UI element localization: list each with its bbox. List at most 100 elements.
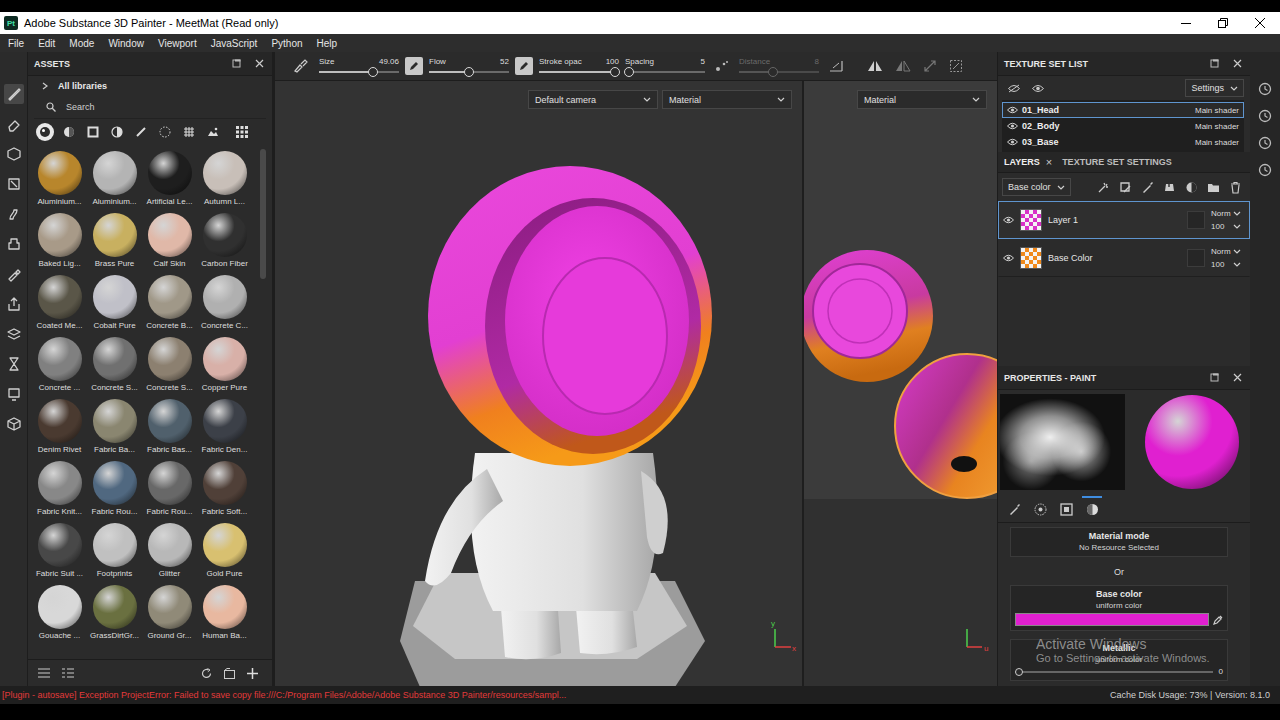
add-fill-icon[interactable] (1119, 181, 1132, 194)
close-panel-icon[interactable] (255, 59, 264, 68)
symmetry-icon[interactable] (867, 60, 883, 72)
lazy-mouse-icon[interactable] (715, 60, 729, 72)
search-field[interactable]: Search (34, 96, 266, 119)
transform-icon[interactable] (923, 59, 937, 73)
toolbar-slider[interactable]: Flow 52 (429, 57, 509, 75)
asset-filter[interactable] (84, 123, 102, 141)
projection-icon[interactable] (4, 144, 24, 164)
menu-item[interactable]: Python (271, 38, 302, 49)
slider-knob[interactable] (610, 67, 620, 77)
layer-row[interactable]: Layer 1 Norm 100 (998, 201, 1250, 239)
menu-item[interactable]: Mode (69, 38, 94, 49)
import-icon[interactable] (224, 668, 235, 679)
layer-opacity[interactable]: 100 (1211, 260, 1241, 269)
channel-dropdown[interactable]: Base color (1002, 178, 1071, 196)
asset-item[interactable]: Gold Pure (197, 523, 252, 585)
list-detail-icon[interactable] (62, 668, 74, 678)
asset-filter[interactable] (60, 123, 78, 141)
color-swatch[interactable] (1015, 613, 1209, 626)
asset-item[interactable]: Aluminium... (87, 151, 142, 213)
effects-icon[interactable] (1097, 181, 1110, 194)
asset-item[interactable]: Autumn L... (197, 151, 252, 213)
layer-opacity[interactable]: 100 (1211, 222, 1241, 231)
smudge-icon[interactable] (4, 204, 24, 224)
slider-value[interactable]: 49.06 (379, 57, 399, 66)
slider-track[interactable] (539, 71, 619, 73)
eraser-icon[interactable] (4, 114, 24, 134)
slider-value[interactable]: 100 (606, 57, 619, 66)
asset-item[interactable]: Fabric Rou... (142, 461, 197, 523)
asset-item[interactable]: Fabric Den... (197, 399, 252, 461)
character-model[interactable]: yx (275, 81, 802, 686)
asset-filter[interactable] (108, 123, 126, 141)
asset-item[interactable]: Baked Lig... (32, 213, 87, 275)
asset-item[interactable]: Artificial Le... (142, 151, 197, 213)
scroll-thumb[interactable] (260, 149, 266, 279)
visibility-eye-icon[interactable] (1007, 138, 1018, 146)
minimize-icon[interactable] (1181, 18, 1191, 28)
visibility-eye-icon[interactable] (1007, 106, 1018, 114)
display-icon[interactable] (4, 384, 24, 404)
float-panel-icon[interactable] (232, 59, 241, 68)
camera-icon[interactable] (1258, 82, 1272, 96)
asset-item[interactable]: Fabric Ba... (87, 399, 142, 461)
slider-track[interactable] (739, 71, 819, 73)
material-mode-box[interactable]: Material mode No Resource Selected (1010, 527, 1228, 557)
float-panel-icon[interactable] (1210, 59, 1219, 68)
shader-name[interactable]: Main shader (1195, 106, 1239, 115)
blend-mode[interactable]: Norm (1211, 209, 1241, 218)
refresh-icon[interactable] (201, 668, 212, 679)
assets-scrollbar[interactable] (260, 149, 266, 659)
asset-filter[interactable] (204, 123, 222, 141)
menu-item[interactable]: Window (108, 38, 144, 49)
property-tab[interactable] (1082, 496, 1102, 520)
material-preview[interactable] (1145, 395, 1239, 489)
slider-knob[interactable] (1015, 668, 1023, 676)
clock-icon[interactable] (1258, 136, 1272, 150)
settings-dropdown[interactable]: Settings (1185, 79, 1244, 97)
panel-tab[interactable]: LAYERS × (1004, 156, 1052, 168)
eyedropper-icon[interactable] (1213, 615, 1223, 625)
asset-item[interactable]: Human Ba... (197, 585, 252, 647)
close-panel-icon[interactable] (1233, 373, 1242, 382)
asset-item[interactable]: Footprints (87, 523, 142, 585)
toolbar-slider[interactable]: Spacing 5 (625, 57, 705, 75)
asset-filter[interactable] (180, 123, 198, 141)
asset-item[interactable]: Glitter (142, 523, 197, 585)
shader-name[interactable]: Main shader (1195, 138, 1239, 147)
asset-item[interactable]: Coated Me... (32, 275, 87, 337)
uv-mode-dropdown[interactable]: Material (857, 90, 987, 109)
bake-icon[interactable] (4, 324, 24, 344)
add-icon[interactable] (247, 668, 258, 679)
metallic-slider[interactable] (1015, 671, 1213, 673)
menu-item[interactable]: JavaScript (211, 38, 258, 49)
picker-icon[interactable] (4, 264, 24, 284)
trash-icon[interactable] (1229, 181, 1242, 194)
slider-knob[interactable] (464, 67, 474, 77)
blend-mode[interactable]: Norm (1211, 247, 1241, 256)
brush-alpha-preview[interactable] (1000, 394, 1125, 490)
layer-row[interactable]: Base Color Norm 100 (998, 239, 1250, 277)
asset-item[interactable]: Fabric Bas... (142, 399, 197, 461)
texture-set-item[interactable]: 01_Head Main shader (1002, 102, 1244, 118)
layer-name[interactable]: Layer 1 (1048, 215, 1181, 225)
property-tab[interactable] (1004, 496, 1024, 520)
restore-icon[interactable] (1218, 18, 1228, 28)
mask-slot[interactable] (1187, 249, 1205, 267)
asset-filter[interactable] (156, 123, 174, 141)
asset-item[interactable]: Concrete B... (142, 275, 197, 337)
slider-track[interactable] (429, 71, 509, 73)
slider-track[interactable] (625, 71, 705, 73)
asset-item[interactable]: Fabric Rou... (87, 461, 142, 523)
slider-value[interactable]: 8 (815, 57, 819, 66)
history-icon[interactable] (1258, 109, 1272, 123)
cube-icon[interactable] (4, 414, 24, 434)
log-icon[interactable] (1258, 163, 1272, 177)
asset-filter[interactable] (36, 123, 54, 141)
visibility-eye-icon[interactable] (1007, 122, 1018, 130)
menu-item[interactable]: Help (317, 38, 338, 49)
slider-track[interactable] (319, 71, 399, 73)
hourglass-icon[interactable] (4, 354, 24, 374)
menu-item[interactable]: File (8, 38, 24, 49)
uv-texture-view[interactable]: u (804, 81, 997, 686)
